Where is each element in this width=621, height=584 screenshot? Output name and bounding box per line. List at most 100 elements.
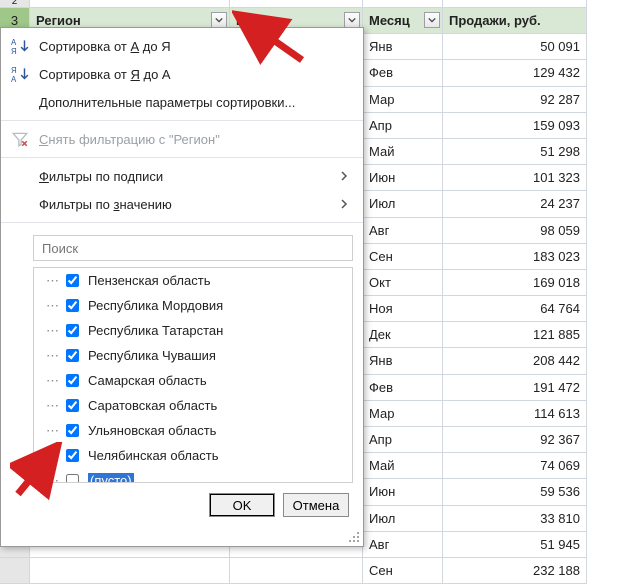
col-header-month-label: Месяц [369,13,410,28]
cell-month[interactable]: Апр [363,113,443,139]
cell-sales[interactable]: 232 188 [443,558,587,584]
cell-month[interactable]: Июл [363,191,443,217]
filter-option[interactable]: ⋯Республика Чувашия [34,343,352,368]
filter-search[interactable] [33,235,353,261]
cell-sales[interactable]: 121 885 [443,322,587,348]
cell-month[interactable]: Июл [363,506,443,532]
cell-month[interactable]: Ноя [363,296,443,322]
cell-sales[interactable]: 114 613 [443,401,587,427]
funnel-clear-icon [11,130,29,148]
cell-sales[interactable]: 208 442 [443,348,587,374]
filter-checkbox[interactable] [66,424,79,437]
filter-checkbox[interactable] [66,299,79,312]
svg-text:А: А [11,75,17,83]
filter-option[interactable]: ⋯Пензенская область [34,268,352,293]
cell-month[interactable]: Июн [363,165,443,191]
cell-month[interactable]: Фев [363,60,443,86]
cell-month[interactable]: Июн [363,479,443,505]
menu-sort-az[interactable]: АЯ Сортировка от А до Я [1,32,363,60]
cell-month[interactable]: Дек [363,322,443,348]
filter-option-label: (пусто) [88,473,134,483]
cell-sales[interactable]: 33 810 [443,506,587,532]
cell-sales[interactable]: 92 367 [443,427,587,453]
menu-more-sort-label: Дополнительные параметры сортировки... [39,95,349,110]
cell-month[interactable]: Янв [363,348,443,374]
filter-checkbox[interactable] [66,324,79,337]
filter-option-label: Саратовская область [88,398,217,413]
filter-option[interactable]: ⋯Самарская область [34,368,352,393]
cell-region[interactable] [30,558,230,584]
cell-sales[interactable]: 183 023 [443,244,587,270]
cell-sales[interactable]: 51 945 [443,532,587,558]
filter-option[interactable]: ⋯Республика Татарстан [34,318,352,343]
filter-checkbox[interactable] [66,399,79,412]
menu-sort-za[interactable]: ЯА Сортировка от Я до А [1,60,363,88]
tree-dash-icon: ⋯ [46,423,56,439]
cell-sales[interactable]: 169 018 [443,270,587,296]
cell-sales[interactable]: 101 323 [443,165,587,191]
filter-checkbox[interactable] [66,449,79,462]
cell-sales[interactable]: 159 093 [443,113,587,139]
dialog-buttons: OK Отмена [1,483,363,527]
cell-sales[interactable]: 64 764 [443,296,587,322]
cell-month[interactable]: Авг [363,532,443,558]
cell-sales[interactable]: 50 091 [443,34,587,60]
row-header[interactable] [0,558,30,584]
menu-value-filters-label: Фильтры по значению [39,197,329,212]
cell-month[interactable]: Авг [363,218,443,244]
menu-sort-az-label: Сортировка от А до Я [39,39,349,54]
tree-dash-icon: ⋯ [46,398,56,414]
row-header-2[interactable]: 2 [0,0,30,8]
cell-month[interactable]: Май [363,139,443,165]
cancel-button[interactable]: Отмена [283,493,349,517]
cell-sales[interactable]: 191 472 [443,375,587,401]
filter-option-label: Республика Чувашия [88,348,216,363]
filter-button-month[interactable] [424,12,440,28]
cell-month[interactable]: Апр [363,427,443,453]
filter-checklist[interactable]: ⋯Пензенская область⋯Республика Мордовия⋯… [33,267,353,483]
menu-label-filters[interactable]: Фильтры по подписи [1,162,363,190]
filter-option[interactable]: ⋯(пусто) [34,468,352,483]
filter-checkbox[interactable] [66,374,79,387]
cell-month[interactable]: Окт [363,270,443,296]
filter-checkbox[interactable] [66,349,79,362]
resize-grip-icon[interactable] [348,531,360,543]
menu-value-filters[interactable]: Фильтры по значению [1,190,363,218]
cell-sales[interactable]: 59 536 [443,479,587,505]
cell-sales[interactable]: 92 287 [443,87,587,113]
col-header-sales[interactable]: Продажи, руб. [443,8,587,34]
cell-sales[interactable]: 129 432 [443,60,587,86]
menu-separator [1,120,363,121]
svg-text:Я: Я [11,66,17,75]
cell-month[interactable]: Сен [363,558,443,584]
cell-sales[interactable]: 98 059 [443,218,587,244]
filter-button-region[interactable] [211,12,227,28]
tree-dash-icon: ⋯ [46,323,56,339]
svg-text:А: А [11,38,17,47]
cell-sales[interactable]: 24 237 [443,191,587,217]
cell-sales[interactable]: 74 069 [443,453,587,479]
col-header-sales-label: Продажи, руб. [449,13,541,28]
filter-option[interactable]: ⋯Челябинская область [34,443,352,468]
filter-button-city[interactable] [344,12,360,28]
cell-sales[interactable]: 51 298 [443,139,587,165]
filter-checkbox[interactable] [66,474,79,483]
filter-option[interactable]: ⋯Ульяновская область [34,418,352,443]
col-header-month[interactable]: Месяц [363,8,443,34]
filter-option[interactable]: ⋯Республика Мордовия [34,293,352,318]
ok-button[interactable]: OK [209,493,275,517]
filter-search-input[interactable] [40,240,346,257]
menu-more-sort[interactable]: Дополнительные параметры сортировки... [1,88,363,116]
chevron-down-icon [348,16,356,24]
filter-checkbox[interactable] [66,274,79,287]
cell-city[interactable] [230,558,363,584]
cell-month[interactable]: Мар [363,401,443,427]
filter-option[interactable]: ⋯ Саратовская область [34,393,352,418]
cell-month[interactable]: Мар [363,87,443,113]
cell-month[interactable]: Май [363,453,443,479]
tree-dash-icon: ⋯ [46,373,56,389]
cell-month[interactable]: Сен [363,244,443,270]
menu-sort-za-label: Сортировка от Я до А [39,67,349,82]
cell-month[interactable]: Фев [363,375,443,401]
cell-month[interactable]: Янв [363,34,443,60]
